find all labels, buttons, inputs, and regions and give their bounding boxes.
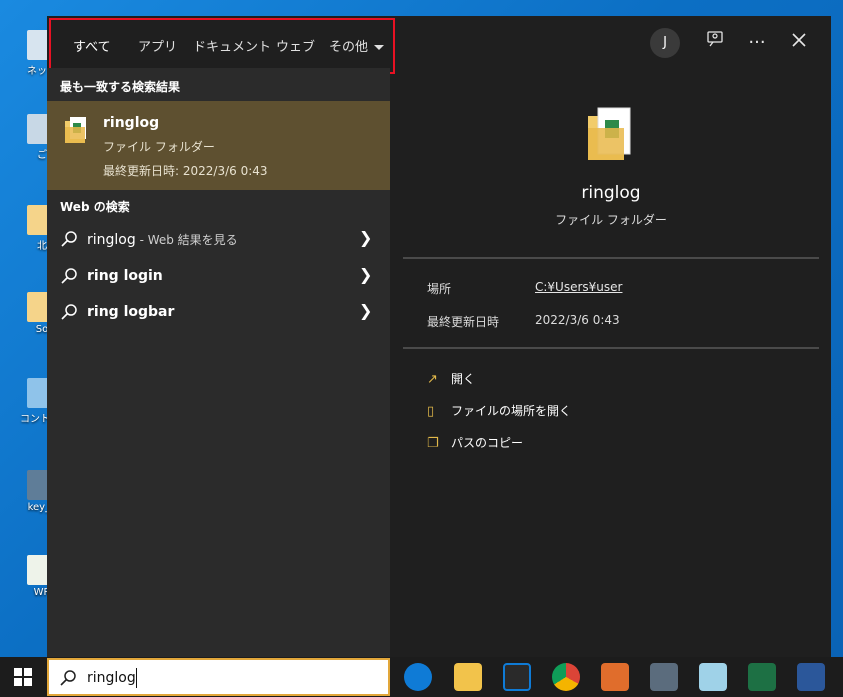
search-panel: すべて アプリ ドキュメント ウェブ その他 J ··· 最も一致する検索結果 … <box>47 16 831 657</box>
best-match-heading: 最も一致する検索結果 <box>60 80 181 94</box>
open-icon: ↗ <box>427 372 438 387</box>
modified-value: 2022/3/6 0:43 <box>535 313 620 327</box>
folder-location-icon: ▯ <box>427 404 435 419</box>
folder-icon <box>65 117 86 143</box>
web-result-row[interactable]: ringlog - Web 結果を見る ❯ <box>47 222 390 256</box>
modified-label: 最終更新日時 <box>427 315 500 329</box>
more-icon: ··· <box>748 32 766 53</box>
search-icon <box>61 304 77 320</box>
avatar[interactable]: J <box>650 28 680 58</box>
action-label: ファイルの場所を開く <box>451 404 572 418</box>
best-match-modified: 最終更新日時: 2022/3/6 0:43 <box>103 164 268 178</box>
tab-more-label: その他 <box>329 40 369 55</box>
taskbar: ringlog <box>0 657 843 697</box>
store-icon[interactable] <box>503 663 531 691</box>
excel-icon[interactable] <box>748 663 776 691</box>
best-match-item[interactable]: ringlog ファイル フォルダー 最終更新日時: 2022/3/6 0:43 <box>47 101 390 190</box>
tab-apps[interactable]: アプリ <box>138 36 177 55</box>
copy-icon: ❐ <box>427 436 439 451</box>
search-header: すべて アプリ ドキュメント ウェブ その他 J ··· <box>47 16 831 74</box>
folder-icon <box>588 107 631 160</box>
web-search-heading: Web の検索 <box>60 200 130 214</box>
close-button[interactable] <box>786 30 812 56</box>
web-result-query: ringlog <box>87 232 136 248</box>
web-result-row[interactable]: ring logbar ❯ <box>47 295 390 329</box>
file-explorer-icon[interactable] <box>454 663 482 691</box>
tab-web[interactable]: ウェブ <box>276 36 315 55</box>
search-scope-tabs: すべて アプリ ドキュメント ウェブ その他 <box>49 18 395 74</box>
chevron-right-icon[interactable]: ❯ <box>359 228 372 247</box>
tab-documents[interactable]: ドキュメント <box>193 36 271 55</box>
detail-name: ringlog <box>581 183 641 203</box>
location-link[interactable]: C:¥Users¥user <box>535 280 622 294</box>
detail-pane: ringlog ファイル フォルダー 場所 C:¥Users¥user 最終更新… <box>403 80 819 657</box>
word-icon[interactable] <box>797 663 825 691</box>
text-cursor <box>136 668 137 688</box>
chevron-down-icon <box>374 45 385 50</box>
best-match-type: ファイル フォルダー <box>103 140 215 154</box>
action-label: 開く <box>451 372 476 386</box>
divider <box>403 347 819 349</box>
feedback-button[interactable] <box>702 30 728 56</box>
tab-more[interactable]: その他 <box>329 36 385 55</box>
web-result-query: ring login <box>87 268 163 284</box>
windows-start-icon[interactable] <box>14 668 32 686</box>
chevron-right-icon[interactable]: ❯ <box>359 265 372 284</box>
copy-path-action[interactable]: ❐ パスのコピー <box>427 434 523 451</box>
web-result-suffix: - Web 結果を見る <box>135 233 238 247</box>
open-action[interactable]: ↗ 開く <box>427 370 475 387</box>
media-player-icon[interactable] <box>601 663 629 691</box>
divider <box>403 257 819 259</box>
results-pane: 最も一致する検索結果 ringlog ファイル フォルダー 最終更新日時: 20… <box>47 68 390 657</box>
taskbar-search-box[interactable]: ringlog <box>47 658 390 696</box>
search-input[interactable]: ringlog <box>87 670 136 686</box>
search-icon <box>61 268 77 284</box>
tab-all[interactable]: すべて <box>73 36 111 55</box>
chevron-right-icon[interactable]: ❯ <box>359 301 372 320</box>
more-options-button[interactable]: ··· <box>744 30 770 56</box>
web-result-query: ring logbar <box>87 304 175 320</box>
close-icon <box>792 33 806 47</box>
action-label: パスのコピー <box>451 436 524 450</box>
calculator-icon[interactable] <box>650 663 678 691</box>
detail-type: ファイル フォルダー <box>555 213 667 227</box>
search-icon <box>61 231 77 247</box>
best-match-name: ringlog <box>103 115 160 131</box>
feedback-icon <box>707 31 723 47</box>
web-result-row[interactable]: ring login ❯ <box>47 259 390 293</box>
notepad-icon[interactable] <box>699 663 727 691</box>
chrome-icon[interactable] <box>552 663 580 691</box>
edge-icon[interactable] <box>404 663 432 691</box>
open-file-location-action[interactable]: ▯ ファイルの場所を開く <box>427 402 571 419</box>
search-icon <box>60 670 76 686</box>
location-label: 場所 <box>427 282 452 296</box>
